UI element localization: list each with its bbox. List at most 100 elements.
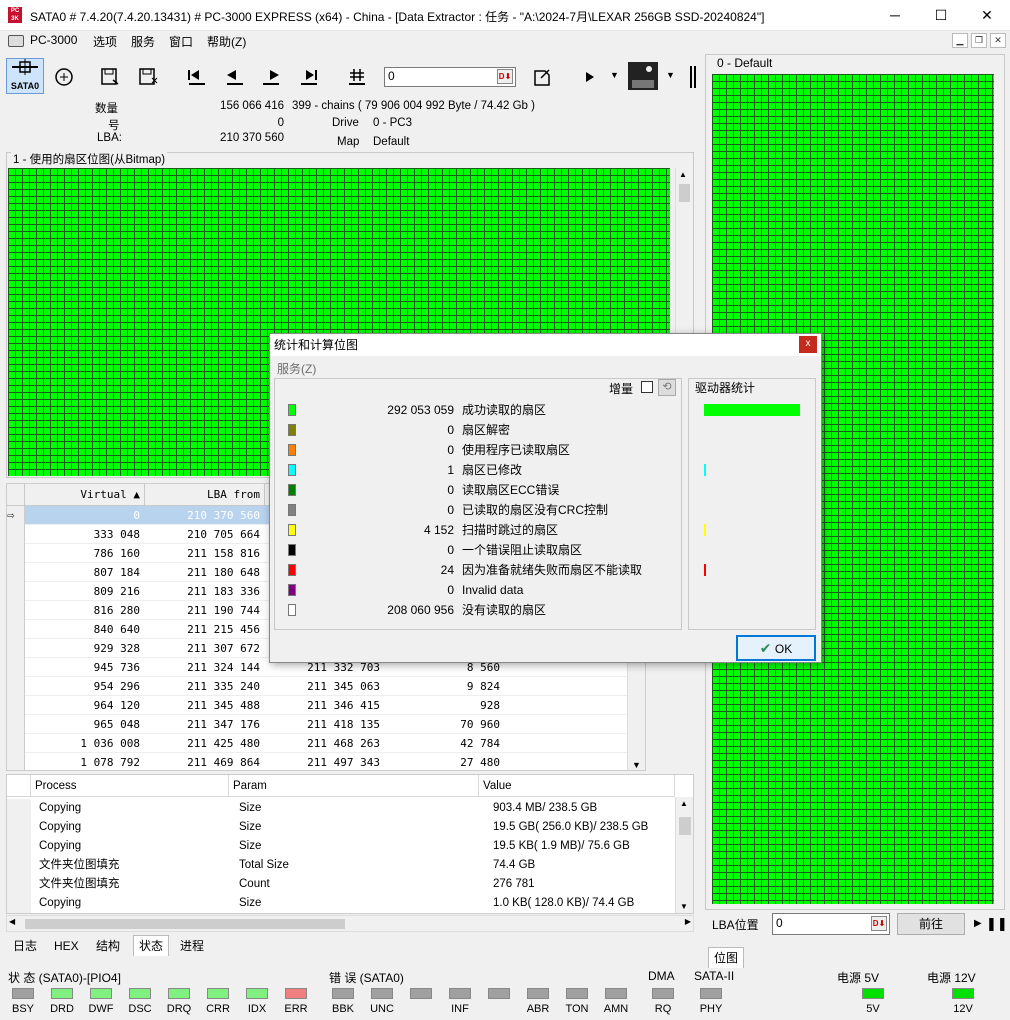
stat-color-swatch [288,484,296,496]
row-header [7,734,25,753]
process-hscrollbar[interactable]: ◀ ▶ [6,915,694,932]
list-item[interactable]: Copying Size 1.0 KB( 128.0 KB)/ 74.4 GB [7,894,675,913]
night-mode-icon[interactable] [628,62,658,90]
maximize-button[interactable]: ☐ [918,0,964,31]
toolbar-overflow-icon[interactable] [690,66,696,88]
minimize-button[interactable]: ─ [872,0,918,31]
scroll-up-icon[interactable]: ▲ [680,799,688,808]
tab-status[interactable]: 状态 [133,935,170,956]
tab-progress[interactable]: 进程 [174,935,210,956]
table-cell: 211 215 456 [187,623,260,636]
menu-help[interactable]: 帮助(Z) [207,33,246,50]
list-item[interactable]: Copying Size 19.5 KB( 1.9 MB)/ 75.6 GB [7,837,675,856]
table-row[interactable]: 965 048 211 347 176 211 418 135 70 960 [7,715,627,734]
menu-window[interactable]: 窗口 [169,33,193,50]
map-lba-value: 0 [776,916,783,930]
mdi-close-button[interactable]: ✕ [990,33,1006,48]
scroll-down-icon[interactable]: ▼ [632,760,641,770]
tab-log[interactable]: 日志 [7,935,43,956]
table-row[interactable]: 1 036 008 211 425 480 211 468 263 42 784 [7,734,627,753]
reset-drive-button[interactable] [46,61,82,93]
forward-button[interactable]: 前往 [897,913,965,935]
scroll-up-icon[interactable]: ▲ [679,170,687,179]
tab-bitmap[interactable]: 位图 [708,947,745,968]
first-lba-button[interactable] [178,61,214,93]
stat-row: 292 053 059 成功读取的扇区 [284,400,679,420]
table-cell: 211 346 415 [307,699,380,712]
table-cell: 211 345 063 [307,680,380,693]
lba-input[interactable]: 0 D⬇ [384,67,516,87]
col-process[interactable]: Process [31,775,229,797]
status-led-label: ABR [526,1003,550,1015]
ok-label: OK [774,642,793,656]
row-header [7,620,25,639]
close-button[interactable]: ✕ [964,0,1010,31]
dialog-menu-service[interactable]: 服务(Z) [277,360,316,377]
map-value: Default [373,136,410,148]
scroll-right-icon[interactable]: ▶ [685,917,691,926]
dialog-close-button[interactable]: x [799,336,817,353]
tab-structure[interactable]: 结构 [90,935,126,956]
table-cell: 1 078 792 [80,756,140,769]
mdi-minimize-button[interactable]: ▁ [952,33,968,48]
list-item[interactable]: 文件夹位图填充 Count 276 781 [7,875,675,894]
list-item[interactable]: Copying Size 903.4 MB/ 238.5 GB [7,799,675,818]
map-lba-go-icon[interactable]: D⬇ [871,916,887,931]
pause-icon[interactable]: ❚❚ [986,916,1008,932]
col-lba-from[interactable]: LBA from [145,484,265,506]
menu-service[interactable]: 服务 [131,33,155,50]
ok-button[interactable]: ✔ OK [736,635,816,661]
forward-dropdown-icon[interactable]: ▶ [974,918,982,929]
col-param[interactable]: Param [229,775,479,797]
tab-hex[interactable]: HEX [48,935,85,956]
list-item[interactable]: 文件夹位图填充 Total Size 74.4 GB [7,856,675,875]
col-value[interactable]: Value [479,775,675,797]
status-led-label: UNC [370,1003,394,1015]
export-button[interactable] [524,61,560,93]
lba-go-icon[interactable]: D⬇ [497,69,513,84]
scroll-left-icon[interactable]: ◀ [9,917,15,926]
map-label: Map [337,136,360,148]
start-button[interactable] [572,61,608,93]
sata0-button[interactable]: SATA0 [6,58,44,94]
stat-color-swatch [288,564,296,576]
col-virtual[interactable]: Virtual ▲ [25,484,145,506]
start-dropdown-icon[interactable]: ▼ [610,70,619,80]
table-cell: 333 048 [93,528,140,541]
scroll-down-icon[interactable]: ▼ [680,902,688,911]
next-lba-button[interactable] [254,61,290,93]
table-row[interactable]: 964 120 211 345 488 211 346 415 928 [7,696,627,715]
table-row[interactable]: 1 078 792 211 469 864 211 497 343 27 480 [7,753,627,770]
stat-value: 1 [447,463,454,477]
led-power-12v[interactable] [952,988,974,999]
table-cell: 928 [480,699,500,712]
list-item[interactable]: Copying Size 19.5 GB( 256.0 KB)/ 238.5 GB [7,818,675,837]
table-cell: 929 328 [93,642,140,655]
mode-dropdown-icon[interactable]: ▼ [666,70,675,80]
drive-stat-bar [704,464,706,476]
table-row[interactable]: 954 296 211 335 240 211 345 063 9 824 [7,677,627,696]
app-menu-icon[interactable] [8,35,24,47]
map-lba-input[interactable]: 0 D⬇ [772,913,890,935]
table-cell: 211 158 816 [187,547,260,560]
scroll-thumb[interactable] [679,817,691,835]
status-led [51,988,73,999]
goto-lba-button[interactable] [340,61,376,93]
hscroll-thumb[interactable] [25,919,345,929]
menu-options[interactable]: 选项 [93,33,117,50]
table-cell: 27 480 [460,756,500,769]
row-header-corner [7,484,25,506]
process-scrollbar[interactable]: ▲ ▼ [675,797,693,913]
save-task-button[interactable] [92,61,128,93]
save-as-button[interactable] [130,61,166,93]
menu-pc3000[interactable]: PC-3000 [30,33,77,47]
table-cell: 211 418 135 [307,718,380,731]
chains-summary: 399 - chains ( 79 906 004 992 Byte / 74.… [292,100,535,112]
last-lba-button[interactable] [292,61,328,93]
mdi-restore-button[interactable]: ❐ [971,33,987,48]
led-power-5v[interactable] [862,988,884,999]
scroll-thumb[interactable] [679,184,690,202]
prev-lba-button[interactable] [216,61,252,93]
led-dma-rq [652,988,674,999]
stat-label: Invalid data [462,583,524,597]
